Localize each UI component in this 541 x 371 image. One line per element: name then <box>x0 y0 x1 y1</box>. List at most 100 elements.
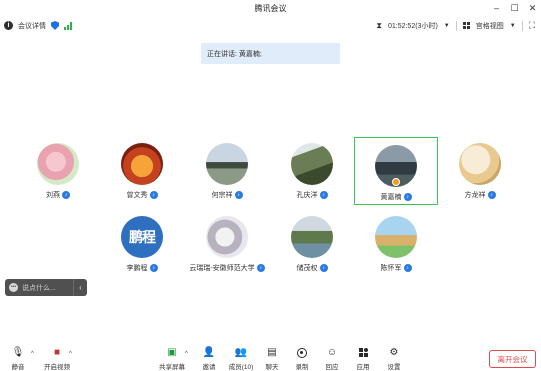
add-user-icon: 👤 <box>202 347 216 358</box>
participant-name: 刘燕 <box>46 192 60 199</box>
avatar <box>375 145 417 187</box>
hourglass-icon: ⧗ <box>376 20 382 30</box>
settings-button[interactable]: ⚙ 设置 <box>379 347 409 371</box>
participant-tile[interactable]: 孔庆洋 ♪ <box>270 135 354 203</box>
participant-name: 方龙祥 <box>464 192 486 199</box>
mic-icon: ♪ <box>487 191 496 199</box>
mic-icon: ♪ <box>62 191 70 199</box>
chat-icon: ••• <box>9 283 18 292</box>
maximize-icon[interactable]: ☐ <box>510 4 519 13</box>
video-label: 开启视频 <box>44 364 70 371</box>
avatar <box>291 216 333 258</box>
mute-label: 静音 <box>11 364 25 371</box>
invite-button[interactable]: 👤 邀请 <box>194 347 224 371</box>
participant-name: 陈怀军 <box>380 265 402 272</box>
invite-label: 邀请 <box>202 364 216 371</box>
share-options-caret-icon[interactable]: ^ <box>185 351 188 357</box>
participant-tile[interactable]: 刘燕 ♪ <box>16 135 100 203</box>
meeting-timer: 01:52:52(3小时) <box>387 22 438 30</box>
settings-label: 设置 <box>387 364 401 371</box>
participant-name: 孔庆洋 <box>296 192 318 199</box>
divider <box>521 20 523 31</box>
shield-icon[interactable] <box>51 21 59 30</box>
reaction-icon: ☺ <box>326 347 338 358</box>
video-options-caret-icon[interactable]: ^ <box>69 351 72 357</box>
share-screen-button[interactable]: ▣ 共享屏幕 <box>157 347 187 371</box>
mute-button[interactable]: 🎙 静音 <box>3 347 33 371</box>
window-title: 腾讯会议 <box>254 4 287 13</box>
participant-name: 何宗祥 <box>211 192 233 199</box>
mic-icon: ♪ <box>403 264 412 272</box>
timer-dropdown-icon[interactable]: ▼ <box>444 23 450 29</box>
video-button[interactable]: ■ 开启视频 <box>42 347 72 371</box>
mic-icon: ♪ <box>234 191 243 199</box>
participant-name: 李鹏程 <box>126 265 148 272</box>
replay-button[interactable]: ☺ 回应 <box>317 347 347 371</box>
participant-tile[interactable]: 云瑞瑞-安徽师范大学 ♪ <box>185 208 269 276</box>
participant-tile-active-speaker[interactable]: 黄嘉楠 ♪ <box>354 137 438 205</box>
camera-off-icon: ■ <box>53 347 61 358</box>
chat-label: 聊天 <box>265 364 279 371</box>
bottom-toolbar: 🎙 静音 ^ ■ 开启视频 ^ ▣ 共享屏幕 ^ 👤 邀请 👥 成员(10) ▤… <box>0 343 541 371</box>
avatar <box>37 143 79 185</box>
record-button[interactable]: 录制 <box>287 347 317 371</box>
mic-icon: ♪ <box>256 264 265 272</box>
chat-input-bar[interactable]: ••• 说点什么... ‹ <box>5 279 87 296</box>
avatar <box>375 216 417 258</box>
window-controls: – ☐ ✕ <box>492 0 537 17</box>
members-icon: 👥 <box>234 347 248 358</box>
replay-label: 回应 <box>325 364 339 371</box>
record-icon <box>297 347 307 358</box>
view-mode-button[interactable]: 宫格视图 <box>476 21 504 31</box>
apps-grid-icon <box>358 347 368 358</box>
participant-name: 黄嘉楠 <box>380 194 402 201</box>
chevron-left-icon[interactable]: ‹ <box>73 279 87 296</box>
participant-name: 曾文秀 <box>126 192 148 199</box>
mic-icon: ♪ <box>149 264 158 272</box>
grid-view-icon <box>462 22 470 29</box>
meeting-details-link[interactable]: 会议详情 <box>18 21 46 31</box>
leave-meeting-button[interactable]: 离开会议 <box>489 350 536 368</box>
mic-icon: ♪ <box>149 191 158 199</box>
audio-options-caret-icon[interactable]: ^ <box>31 351 34 357</box>
mic-icon: ♪ <box>319 191 328 199</box>
avatar <box>291 143 333 185</box>
participant-name: 储茂权 <box>296 265 318 272</box>
chat-button[interactable]: ▤ 聊天 <box>257 347 287 371</box>
share-screen-icon: ▣ <box>167 347 177 358</box>
signal-icon[interactable] <box>64 21 72 30</box>
participant-name: 云瑞瑞-安徽师范大学 <box>189 265 255 272</box>
share-screen-label: 共享屏幕 <box>159 364 185 371</box>
minimize-icon[interactable]: – <box>492 4 501 13</box>
members-button[interactable]: 👥 成员(10) <box>226 347 256 371</box>
mic-icon: ♪ <box>403 193 412 201</box>
avatar <box>206 216 248 258</box>
avatar: 鹏程 <box>121 216 163 258</box>
record-label: 录制 <box>295 364 309 371</box>
avatar <box>121 143 163 185</box>
divider <box>455 20 457 31</box>
avatar <box>206 143 248 185</box>
participant-tile[interactable]: 储茂权 ♪ <box>270 208 354 276</box>
participant-tile[interactable]: 鹏程 李鹏程 ♪ <box>100 208 184 276</box>
participant-tile[interactable]: 曾文秀 ♪ <box>100 135 184 203</box>
close-icon[interactable]: ✕ <box>528 4 537 13</box>
info-bar: i 会议详情 ⧗ 01:52:52(3小时) ▼ 宫格视图 ▼ ⛶ <box>0 17 541 34</box>
fullscreen-icon[interactable]: ⛶ <box>529 20 535 31</box>
title-bar: 腾讯会议 – ☐ ✕ <box>0 0 541 17</box>
chat-bubble-icon: ▤ <box>267 347 277 358</box>
participant-tile[interactable]: 方龙祥 ♪ <box>438 135 522 203</box>
members-label: 成员(10) <box>228 364 254 371</box>
gear-icon: ⚙ <box>389 347 399 358</box>
apps-label: 应用 <box>356 364 370 371</box>
microphone-icon: 🎙 <box>11 347 25 358</box>
info-icon[interactable]: i <box>4 21 13 30</box>
apps-button[interactable]: 应用 <box>348 347 378 371</box>
chat-input-placeholder[interactable]: 说点什么... <box>22 283 69 293</box>
participant-tile[interactable]: 陈怀军 ♪ <box>354 208 438 276</box>
speaking-banner: 正在讲话: 黄嘉楠; <box>201 43 340 64</box>
speaking-indicator-icon <box>392 178 400 186</box>
participant-tile[interactable]: 何宗祥 ♪ <box>185 135 269 203</box>
view-mode-dropdown-icon[interactable]: ▼ <box>510 23 516 29</box>
avatar-initials: 鹏程 <box>129 229 156 245</box>
